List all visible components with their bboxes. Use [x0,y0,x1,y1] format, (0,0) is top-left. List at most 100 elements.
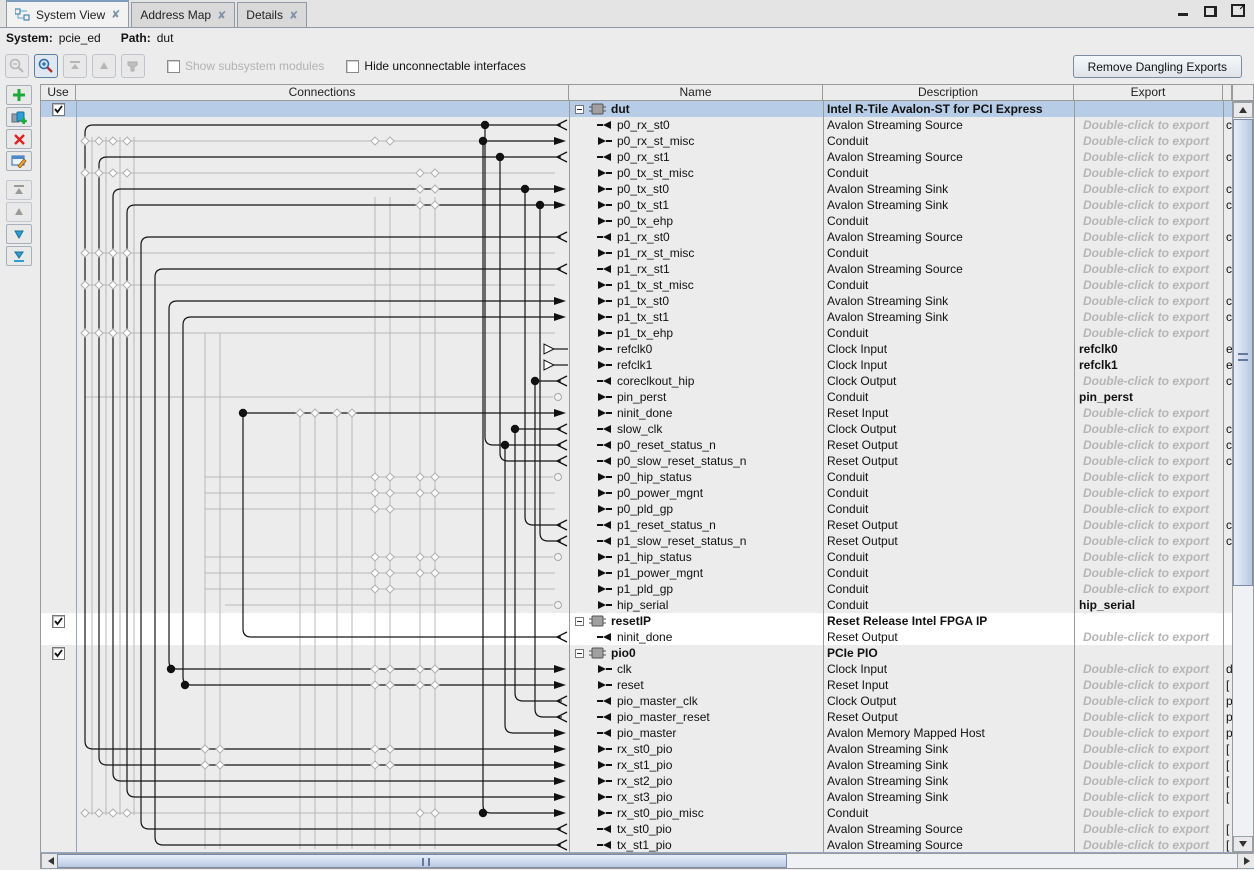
export-cell[interactable]: Double-click to export [1074,565,1223,581]
export-cell[interactable]: Double-click to export [1074,245,1223,261]
connections-cell[interactable] [76,405,569,421]
export-cell[interactable]: Double-click to export [1074,773,1223,789]
interface-name-cell[interactable]: p0_reset_status_n [569,437,823,453]
table-row[interactable]: p0_pld_gpConduitDouble-click to export [41,501,1232,517]
table-row[interactable]: p0_tx_st1Avalon Streaming SinkDouble-cli… [41,197,1232,213]
interface-name-cell[interactable]: slow_clk [569,421,823,437]
export-cell[interactable]: refclk1 [1074,357,1223,373]
move-down-row-button[interactable] [6,224,32,244]
interface-name-cell[interactable]: pio_master_reset [569,709,823,725]
scroll-up-button[interactable] [1233,102,1253,118]
export-cell[interactable]: Double-click to export [1074,453,1223,469]
interface-name-cell[interactable]: hip_serial [569,597,823,613]
table-row[interactable]: p0_power_mgntConduitDouble-click to expo… [41,485,1232,501]
table-row[interactable]: p1_rx_st1Avalon Streaming SourceDouble-c… [41,261,1232,277]
export-cell[interactable]: Double-click to export [1074,837,1223,853]
export-cell[interactable]: Double-click to export [1074,149,1223,165]
interface-name-cell[interactable]: p0_power_mgnt [569,485,823,501]
export-cell[interactable]: Double-click to export [1074,197,1223,213]
export-cell[interactable]: pin_perst [1074,389,1223,405]
tab-system-view[interactable]: System View ✘ [6,0,129,27]
table-row[interactable]: rx_st3_pioAvalon Streaming SinkDouble-cl… [41,789,1232,805]
use-checkbox[interactable] [52,103,65,116]
connections-cell[interactable] [76,773,569,789]
connections-cell[interactable] [76,837,569,853]
export-cell[interactable]: Double-click to export [1074,581,1223,597]
interface-name-cell[interactable]: p1_tx_st1 [569,309,823,325]
interface-name-cell[interactable]: p1_tx_st0 [569,293,823,309]
interface-name-cell[interactable]: p1_rx_st0 [569,229,823,245]
connections-cell[interactable] [76,149,569,165]
collapse-toggle[interactable] [575,649,584,658]
export-cell[interactable]: Double-click to export [1074,821,1223,837]
interface-name-cell[interactable]: p0_tx_st_misc [569,165,823,181]
export-cell[interactable]: Double-click to export [1074,725,1223,741]
connections-cell[interactable] [76,101,569,117]
interface-name-cell[interactable]: p0_rx_st0 [569,117,823,133]
connections-cell[interactable] [76,533,569,549]
connections-cell[interactable] [76,565,569,581]
scroll-down-button[interactable] [1233,836,1253,852]
connections-cell[interactable] [76,725,569,741]
table-row[interactable]: pin_perstConduitpin_perst [41,389,1232,405]
table-row[interactable]: p0_tx_ehpConduitDouble-click to export [41,213,1232,229]
remove-dangling-exports-button[interactable]: Remove Dangling Exports [1073,55,1242,78]
interface-name-cell[interactable]: ninit_done [569,629,823,645]
interface-name-cell[interactable]: ninit_done [569,405,823,421]
table-row[interactable]: rx_st0_pioAvalon Streaming SinkDouble-cl… [41,741,1232,757]
table-row[interactable]: p0_tx_st_miscConduitDouble-click to expo… [41,165,1232,181]
collapse-toggle[interactable] [575,617,584,626]
connections-cell[interactable] [76,165,569,181]
zoom-out-button[interactable] [5,54,29,78]
table-row[interactable]: p1_tx_st0Avalon Streaming SinkDouble-cli… [41,293,1232,309]
connections-cell[interactable] [76,117,569,133]
connections-cell[interactable] [76,421,569,437]
connections-cell[interactable] [76,645,569,661]
table-row[interactable]: p1_reset_status_nReset OutputDouble-clic… [41,517,1232,533]
interface-name-cell[interactable]: pio_master [569,725,823,741]
interface-name-cell[interactable]: coreclkout_hip [569,373,823,389]
interface-name-cell[interactable]: refclk1 [569,357,823,373]
vertical-scrollbar[interactable] [1232,101,1254,853]
table-row[interactable]: p1_slow_reset_status_nReset OutputDouble… [41,533,1232,549]
export-cell[interactable]: Double-click to export [1074,405,1223,421]
interface-name-cell[interactable]: p1_power_mgnt [569,565,823,581]
interface-name-cell[interactable]: rx_st0_pio_misc [569,805,823,821]
table-row[interactable]: ninit_doneReset OutputDouble-click to ex… [41,629,1232,645]
interface-name-cell[interactable]: tx_st0_pio [569,821,823,837]
collapse-toggle[interactable] [575,105,584,114]
interface-name-cell[interactable]: p0_tx_st0 [569,181,823,197]
show-subsystem-checkbox[interactable] [167,60,180,73]
connections-cell[interactable] [76,293,569,309]
connections-cell[interactable] [76,677,569,693]
interface-name-cell[interactable]: p0_tx_st1 [569,197,823,213]
maximize-button[interactable] [1231,6,1244,17]
table-row[interactable]: resetReset InputDouble-click to export[ [41,677,1232,693]
export-cell[interactable]: Double-click to export [1074,805,1223,821]
table-row[interactable]: p1_pld_gpConduitDouble-click to export [41,581,1232,597]
table-row[interactable]: coreclkout_hipClock OutputDouble-click t… [41,373,1232,389]
export-cell[interactable]: Double-click to export [1074,277,1223,293]
column-header-description[interactable]: Description [822,84,1073,101]
connections-cell[interactable] [76,181,569,197]
tab-details[interactable]: Details ✘ [237,2,307,27]
interface-name-cell[interactable]: resetIP [569,613,823,629]
export-cell[interactable]: Double-click to export [1074,325,1223,341]
connections-cell[interactable] [76,789,569,805]
export-cell[interactable]: Double-click to export [1074,469,1223,485]
table-row[interactable]: p0_rx_st1Avalon Streaming SourceDouble-c… [41,149,1232,165]
export-cell[interactable]: Double-click to export [1074,741,1223,757]
table-row[interactable]: p0_slow_reset_status_nReset OutputDouble… [41,453,1232,469]
hide-unconnectable-checkbox[interactable] [346,60,359,73]
connections-cell[interactable] [76,357,569,373]
interface-name-cell[interactable]: pin_perst [569,389,823,405]
connections-cell[interactable] [76,229,569,245]
interface-name-cell[interactable]: p0_rx_st_misc [569,133,823,149]
interface-name-cell[interactable]: p1_tx_st_misc [569,277,823,293]
connections-cell[interactable] [76,133,569,149]
export-cell[interactable]: Double-click to export [1074,533,1223,549]
interface-name-cell[interactable]: p1_rx_st1 [569,261,823,277]
export-cell[interactable]: Double-click to export [1074,757,1223,773]
connections-cell[interactable] [76,389,569,405]
table-row[interactable]: pio_masterAvalon Memory Mapped HostDoubl… [41,725,1232,741]
